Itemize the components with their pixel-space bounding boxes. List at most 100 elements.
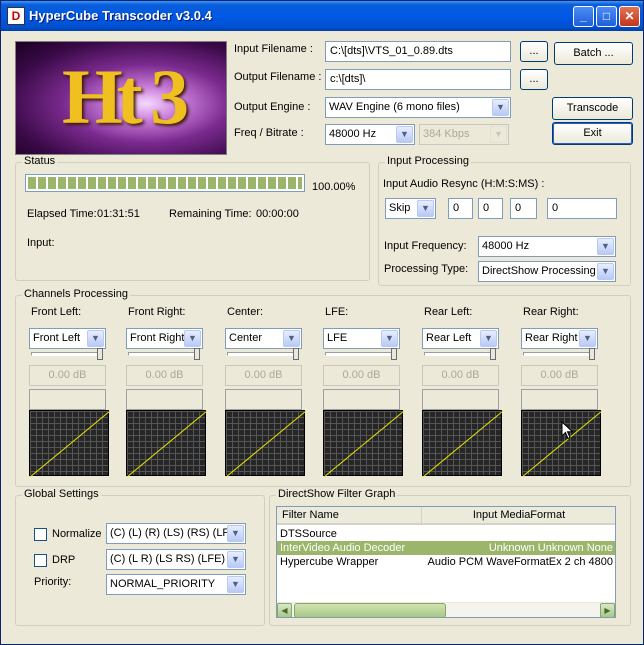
chevron-down-icon[interactable]: ▼ [492,99,509,116]
global-settings-title: Global Settings [22,488,101,500]
input-filename-field[interactable]: C:\[dts]\VTS_01_0.89.dts [325,41,511,62]
table-row[interactable]: DTSSource [277,527,615,541]
channel-response-graph[interactable] [323,410,404,477]
chevron-down-icon[interactable]: ▼ [417,200,434,217]
chevron-down-icon: ▼ [490,126,507,143]
gain-slider-track[interactable] [227,352,297,356]
channel-response-graph[interactable] [126,410,207,477]
window-title: HyperCube Transcoder v3.0.4 [29,8,212,23]
chevron-down-icon[interactable]: ▼ [87,330,104,347]
input-info-label: Input: [27,237,55,249]
channel-map-value: Center [229,332,263,344]
table-row[interactable]: Hypercube Wrapper Audio PCM WaveFormatEx … [277,555,615,569]
chevron-down-icon[interactable]: ▼ [597,263,614,280]
browse-input-button[interactable]: ... [520,41,548,62]
output-filename-field[interactable]: c:\[dts]\ [325,69,511,90]
gain-slider-thumb[interactable] [97,348,103,360]
priority-label: Priority: [34,576,72,588]
scroll-right-icon[interactable]: ▶ [600,603,615,617]
channel-map-select[interactable]: Front Left ▼ [29,328,106,349]
channel-response-graph[interactable] [29,410,110,477]
gain-db-value: 0.00 dB [126,365,203,386]
gain-slider-thumb[interactable] [194,348,200,360]
gain-slider-thumb[interactable] [589,348,595,360]
gain-slider-track[interactable] [128,352,198,356]
resync-seconds-field[interactable]: 0 [510,198,537,219]
response-curve [127,411,207,477]
mouse-cursor-icon [561,421,574,440]
normalize-select[interactable]: (C) (L) (R) (LS) (RS) (LFE) ▼ [106,523,246,544]
freq-bitrate-label: Freq / Bitrate : [234,127,304,139]
horizontal-scrollbar[interactable]: ◀ ▶ [277,602,615,617]
batch-button[interactable]: Batch ... [554,42,633,65]
gain-db-value: 0.00 dB [225,365,302,386]
gain-slider-track[interactable] [325,352,395,356]
normalize-checkbox[interactable] [34,528,47,541]
bitrate-value: 384 Kbps [423,128,470,140]
chevron-down-icon[interactable]: ▼ [184,330,201,347]
column-header-input-format[interactable]: Input MediaFormat [422,507,615,525]
app-icon[interactable]: D [7,7,25,25]
scroll-left-icon[interactable]: ◀ [277,603,292,617]
chevron-down-icon[interactable]: ▼ [597,238,614,255]
chevron-down-icon[interactable]: ▼ [283,330,300,347]
resync-label: Input Audio Resync (H:M:S:MS) : [383,178,545,190]
gain-slider-track[interactable] [31,352,101,356]
input-frequency-select[interactable]: 48000 Hz ▼ [478,236,616,257]
channel-response-graph[interactable] [225,410,306,477]
browse-output-button[interactable]: ... [520,69,548,90]
channel-map-select[interactable]: Front Right ▼ [126,328,203,349]
chevron-down-icon[interactable]: ▼ [579,330,596,347]
chevron-down-icon[interactable]: ▼ [396,126,413,143]
app-window: D HyperCube Transcoder v3.0.4 _ □ ✕ Ht 3… [0,0,644,645]
freq-value: 48000 Hz [329,128,377,140]
maximize-button[interactable]: □ [596,6,617,27]
chevron-down-icon[interactable]: ▼ [480,330,497,347]
chevron-down-icon[interactable]: ▼ [227,576,244,593]
resync-hours-field[interactable]: 0 [448,198,473,219]
gain-slider-track[interactable] [523,352,593,356]
table-row[interactable]: InterVideo Audio Decoder Unknown Unknown … [277,541,615,555]
channel-map-select[interactable]: LFE ▼ [323,328,400,349]
output-engine-select[interactable]: WAV Engine (6 mono files) ▼ [325,97,511,118]
channel-map-value: Front Left [33,332,81,344]
resync-mode-select[interactable]: Skip ▼ [385,198,436,219]
channel-info-box [225,389,302,410]
minimize-button[interactable]: _ [573,6,594,27]
scroll-thumb[interactable] [294,603,446,617]
response-curve [423,411,503,477]
resync-minutes-field[interactable]: 0 [478,198,503,219]
exit-button[interactable]: Exit [552,122,633,145]
resync-mode-value: Skip [389,202,411,214]
resync-ms-field[interactable]: 0 [547,198,617,219]
drp-value: (C) (L R) (LS RS) (LFE) [110,553,226,565]
input-format-cell: Unknown Unknown None [488,542,613,554]
gain-slider-track[interactable] [424,352,494,356]
filter-graph-table[interactable]: Filter Name Input MediaFormat DTSSource I… [276,506,616,618]
drp-checkbox[interactable] [34,554,47,567]
gain-slider-thumb[interactable] [293,348,299,360]
channels-processing-title: Channels Processing [22,288,130,300]
priority-select[interactable]: NORMAL_PRIORITY ▼ [106,574,246,595]
chevron-down-icon[interactable]: ▼ [381,330,398,347]
column-header-filter-name[interactable]: Filter Name [277,507,422,525]
gain-slider-thumb[interactable] [490,348,496,360]
gain-slider-thumb[interactable] [391,348,397,360]
channel-map-select[interactable]: Center ▼ [225,328,302,349]
title-bar[interactable]: D HyperCube Transcoder v3.0.4 _ □ ✕ [1,1,643,31]
normalize-value: (C) (L) (R) (LS) (RS) (LFE) [110,527,241,539]
channel-info-box [323,389,400,410]
processing-type-select[interactable]: DirectShow Processing ▼ [478,261,616,282]
drp-select[interactable]: (C) (L R) (LS RS) (LFE) ▼ [106,549,246,570]
elapsed-time-label: Elapsed Time: [27,208,97,220]
channel-map-select[interactable]: Rear Left ▼ [422,328,499,349]
channel-map-select[interactable]: Rear Right ▼ [521,328,598,349]
channel-map-value: Front Right [130,332,185,344]
channel-response-graph[interactable] [422,410,503,477]
transcode-button[interactable]: Transcode [552,97,633,120]
close-button[interactable]: ✕ [619,6,640,27]
chevron-down-icon[interactable]: ▼ [227,525,244,542]
freq-select[interactable]: 48000 Hz ▼ [325,124,415,145]
channel-response-graph[interactable] [521,410,602,477]
chevron-down-icon[interactable]: ▼ [227,551,244,568]
